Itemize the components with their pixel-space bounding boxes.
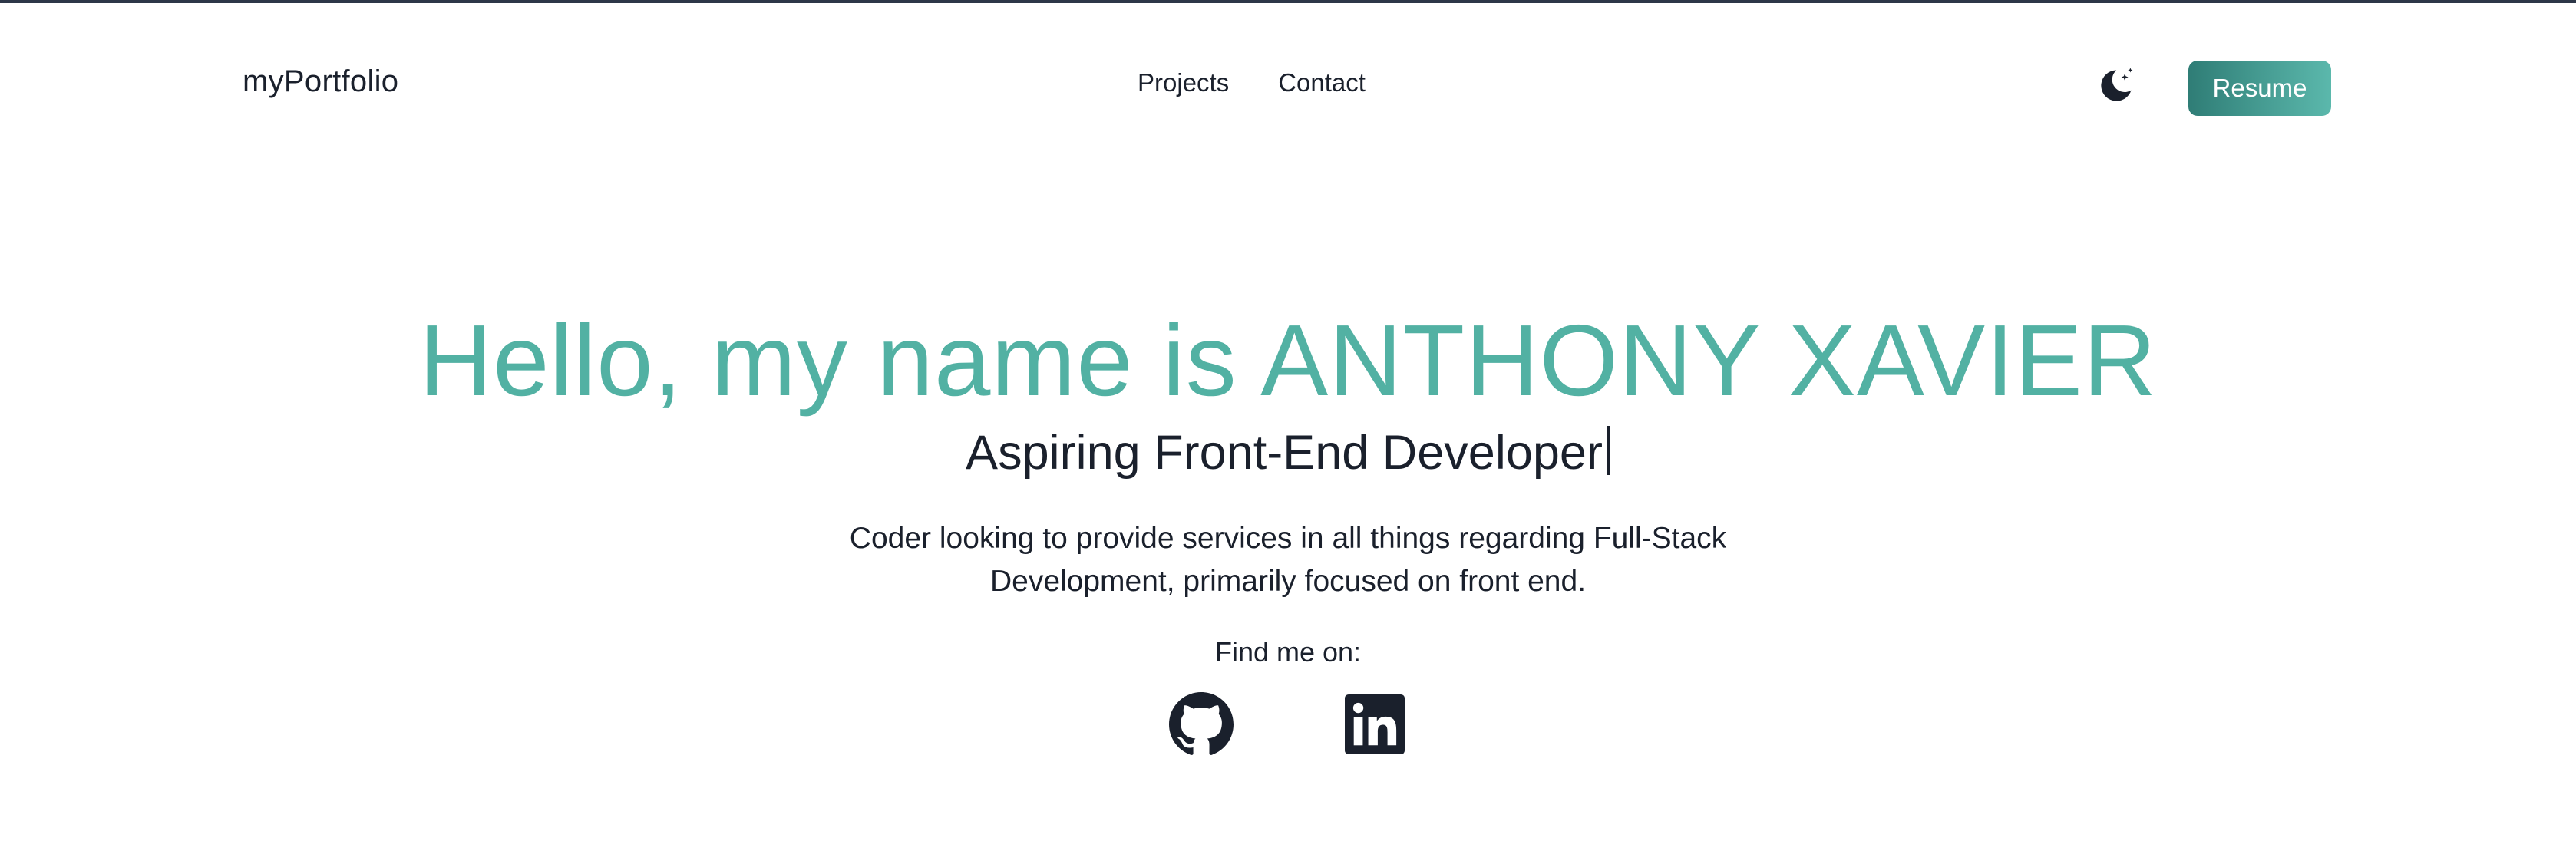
hero-description: Coder looking to provide services in all…	[849, 522, 1727, 598]
linkedin-icon	[1345, 694, 1405, 754]
nav-link-projects[interactable]: Projects	[1138, 68, 1229, 98]
nav-links: Projects Contact	[1138, 68, 1366, 98]
github-icon	[1169, 692, 1234, 755]
find-me-label: Find me on:	[1214, 636, 1362, 668]
navbar: myPortfolio Projects Contact Resume	[0, 3, 2576, 164]
hero-section: Hello, my name is ANTHONY XAVIER Aspirin…	[0, 299, 2576, 757]
hero-subtitle: Aspiring Front-End Developer	[0, 422, 2576, 483]
resume-button[interactable]: Resume	[2188, 61, 2331, 116]
linkedin-link[interactable]	[1342, 692, 1407, 757]
nav-link-contact[interactable]: Contact	[1278, 68, 1366, 98]
hero-subtitle-text: Aspiring Front-End Developer	[966, 426, 1603, 480]
social-links	[0, 692, 2576, 757]
hero-title: Hello, my name is ANTHONY XAVIER	[418, 304, 2158, 417]
theme-toggle-button[interactable]	[2091, 61, 2140, 111]
typing-caret	[1607, 426, 1610, 475]
brand-logo[interactable]: myPortfolio	[243, 63, 398, 100]
moon-stars-icon	[2101, 68, 2133, 101]
github-link[interactable]	[1169, 692, 1234, 757]
